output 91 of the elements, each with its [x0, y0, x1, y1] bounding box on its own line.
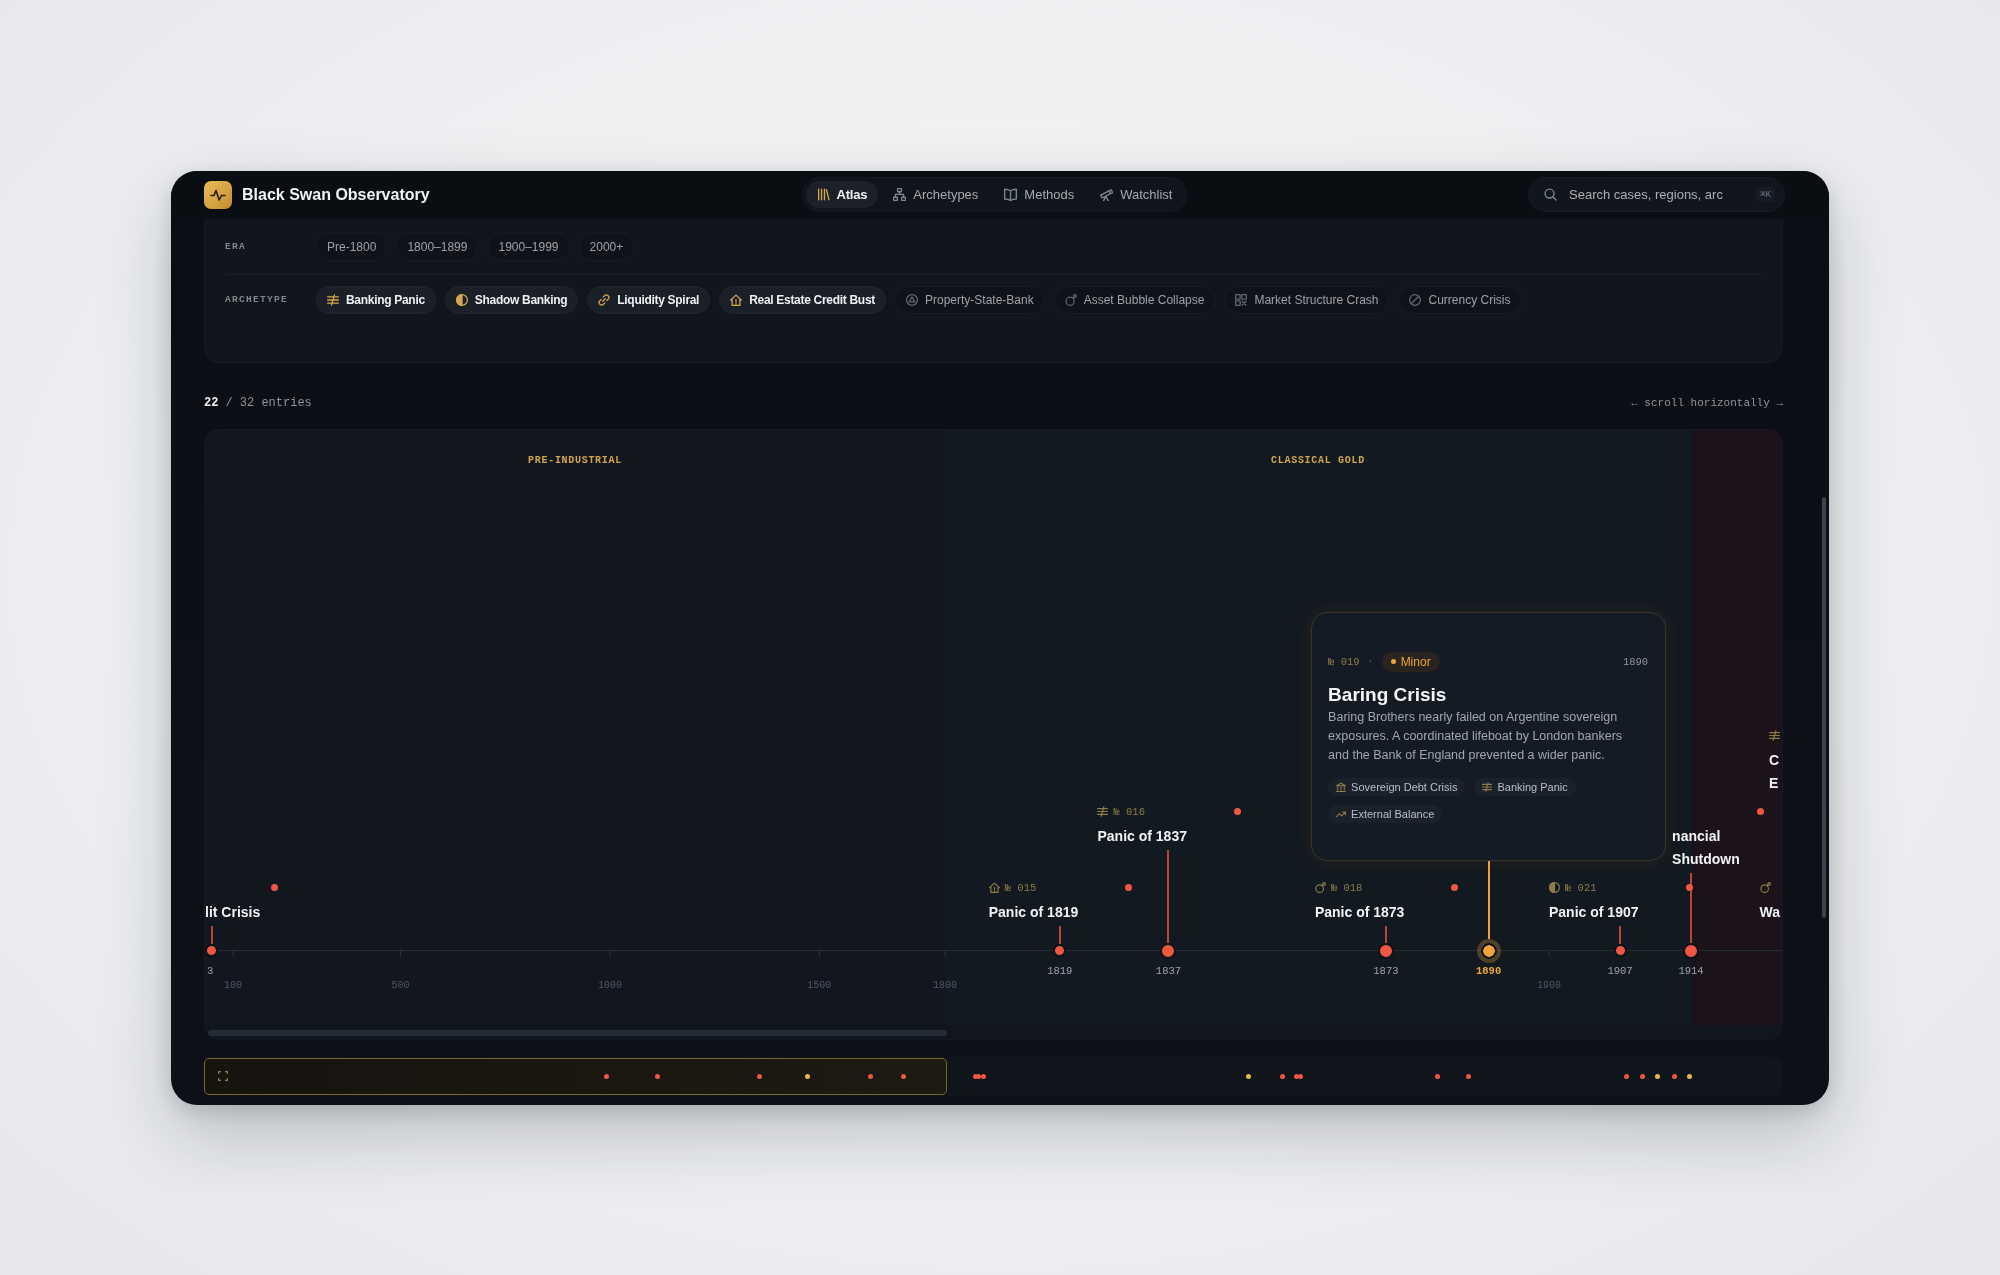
filter-chip[interactable]: Liquidity Spiral	[587, 285, 711, 314]
filter-chip[interactable]: Currency Crisis	[1398, 285, 1522, 314]
severity-label: Minor	[1400, 654, 1431, 669]
filter-chip[interactable]: Market Structure Crash	[1224, 285, 1390, 314]
filter-chip[interactable]: Property-State-Bank	[894, 285, 1045, 314]
filter-chip[interactable]: Shadow Banking	[444, 285, 579, 314]
event-title[interactable]: Wa	[1759, 900, 1780, 924]
tag-label: Sovereign Debt Crisis	[1351, 780, 1458, 793]
lines-icon	[1097, 806, 1109, 817]
filter-chip[interactable]: 1800–1899	[396, 232, 479, 261]
era-label: CLASSICAL GOLD	[1271, 454, 1365, 467]
case-number: № 016	[1113, 805, 1145, 818]
minimap-viewport[interactable]	[204, 1057, 947, 1095]
nav-tab[interactable]: Archetypes	[882, 181, 990, 208]
event-year: 1914	[1678, 964, 1704, 977]
filter-chip[interactable]: Banking Panic	[316, 285, 436, 314]
event-stem	[1384, 925, 1387, 943]
trend-arrow-icon	[1336, 808, 1347, 819]
result-count: 22	[204, 395, 219, 410]
search-icon	[1544, 188, 1557, 201]
bubble-icon	[1064, 293, 1077, 306]
axis-tick-label: 100	[224, 979, 243, 992]
axis-tick-label: 1500	[807, 979, 832, 992]
scroll-hint: ← scroll horizontally →	[1631, 396, 1783, 409]
event-title[interactable]: Panic of 1819	[988, 900, 1132, 924]
lines-icon	[1482, 781, 1493, 792]
event-description: Baring Brothers nearly failed on Argentine sovereign exposures. A coordinated lifeboat by London bankers and the Bank of England prevented a wider panic.	[1328, 708, 1624, 764]
lines-icon	[1769, 730, 1780, 741]
event-title[interactable]: nancial Shutdown	[1672, 824, 1782, 871]
case-number: № 018	[1330, 881, 1363, 894]
nav-tab[interactable]: Atlas	[805, 181, 879, 208]
result-total: / 32 entries	[225, 395, 312, 410]
event-stem	[210, 925, 213, 944]
case-number: № 015	[1004, 881, 1037, 894]
event-title[interactable]: lit Crisis	[205, 900, 348, 924]
nav-tab[interactable]: Watchlist	[1089, 181, 1184, 208]
triangle-circle-icon	[905, 293, 918, 306]
tag-label: Banking Panic	[1497, 780, 1568, 793]
slashed-circle-icon	[1409, 293, 1422, 306]
event-year: 1873	[1373, 964, 1399, 977]
bubble-icon	[1759, 882, 1771, 893]
axis-tick-label: 1800	[933, 979, 957, 992]
books-icon	[816, 188, 830, 201]
case-number: № 019	[1328, 655, 1360, 668]
half-circle-icon	[1549, 882, 1560, 893]
bubble-icon	[1314, 882, 1326, 893]
event-year: 1837	[1155, 964, 1182, 977]
bank-icon	[1336, 781, 1347, 792]
filter-label: ERA	[225, 241, 247, 252]
grid-icon	[1235, 293, 1248, 306]
book-icon	[1004, 188, 1018, 201]
lines-icon	[327, 293, 339, 306]
pulse-icon	[204, 180, 232, 209]
link-icon	[598, 293, 611, 306]
era-label: PRE-INDUSTRIAL	[528, 454, 622, 467]
event-year: 1890	[1476, 964, 1502, 977]
event-title[interactable]: Panic of 1837	[1097, 824, 1241, 848]
event-title: Baring Crisis	[1328, 682, 1448, 707]
scrollbar-thumb[interactable]	[208, 1029, 947, 1036]
scrollbar-thumb[interactable]	[1822, 496, 1826, 918]
event-stem	[1690, 872, 1692, 943]
filter-chip[interactable]: Asset Bubble Collapse	[1053, 285, 1216, 314]
filter-label: ARCHETYPE	[225, 294, 289, 305]
house-icon	[988, 882, 1000, 893]
case-number: № 021	[1565, 881, 1597, 894]
house-icon	[730, 293, 743, 306]
filter-chip[interactable]: Pre-1800	[316, 232, 388, 261]
app-title: Black Swan Observatory	[242, 185, 430, 204]
shortcut-key: ⌘K	[1756, 187, 1775, 202]
filter-chip[interactable]: Real Estate Credit Bust	[719, 285, 886, 314]
event-year: 1907	[1607, 964, 1633, 977]
axis-tick-label: 1000	[597, 979, 622, 992]
filter-chip[interactable]: 2000+	[578, 232, 635, 261]
tag-label: External Balance	[1351, 807, 1435, 820]
event-year: 3	[207, 964, 214, 977]
separator-mark: ·	[1367, 656, 1374, 667]
event-title[interactable]: Panic of 1873	[1314, 900, 1458, 924]
event-stem	[1619, 925, 1621, 944]
hierarchy-icon	[893, 188, 907, 201]
axis-tick-label: 1900	[1537, 979, 1561, 992]
event-year: 1819	[1047, 964, 1073, 977]
filter-chip[interactable]: 1900–1999	[487, 232, 570, 261]
axis-tick-label: 500	[391, 979, 410, 992]
event-stem	[1058, 925, 1061, 944]
nav-tab[interactable]: Methods	[993, 181, 1086, 208]
event-title[interactable]: Panic of 1907	[1549, 900, 1692, 924]
event-year: 1890	[1622, 655, 1649, 668]
half-circle-icon	[455, 293, 468, 306]
event-title[interactable]: C E	[1769, 748, 1780, 795]
frame-corners-icon[interactable]	[218, 1071, 228, 1081]
telescope-icon	[1100, 188, 1114, 201]
